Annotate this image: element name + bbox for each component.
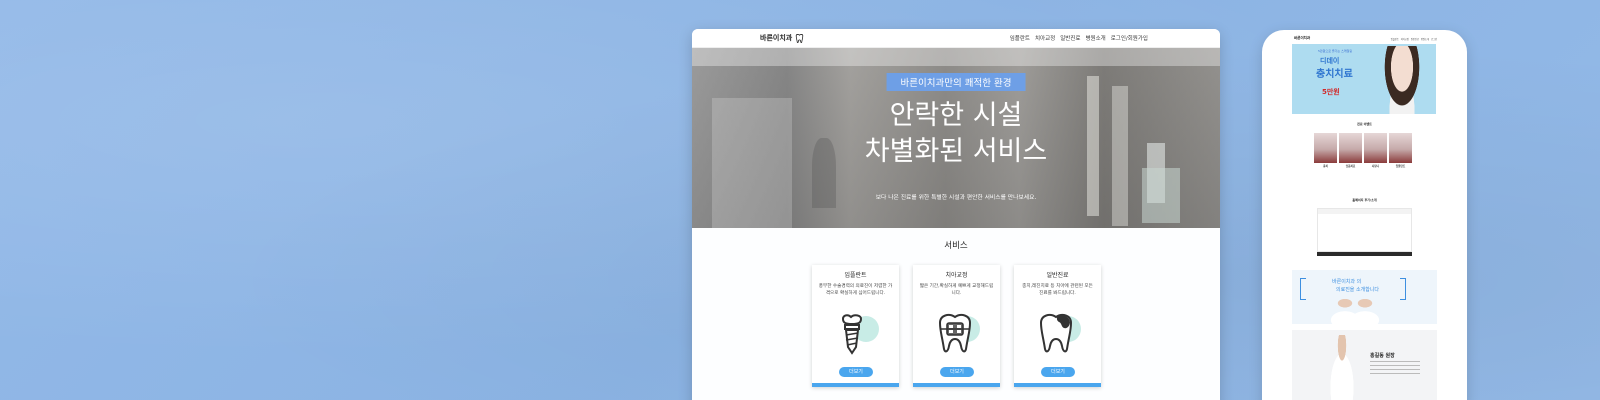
treatment-image[interactable] (1364, 133, 1387, 163)
nav-item-login[interactable]: 로그인/회원가입 (1111, 34, 1148, 42)
nav-item-implant[interactable]: 임플란트 (1010, 34, 1030, 42)
service-name: 임플란트 (844, 272, 867, 279)
more-button[interactable]: 더보기 (839, 367, 873, 377)
mobile-review-list (1317, 208, 1412, 252)
mobile-doctor-profile: 홍길동 원장 (1292, 330, 1437, 400)
mobile-doctor-intro: 바른이치과 의 의료진을 소개합니다 (1292, 270, 1437, 324)
main-nav: 임플란트 치아교정 일반진료 병원소개 로그인/회원가입 (1010, 34, 1148, 42)
services-title: 서비스 (944, 241, 968, 251)
hero-ceiling (692, 48, 1220, 66)
more-button[interactable]: 더보기 (940, 367, 974, 377)
mobile-section-title: 진료 이벤트 (1357, 122, 1372, 126)
cavity-tooth-icon (1039, 314, 1081, 353)
profile-line (1370, 369, 1420, 370)
service-cards: 임플란트 풍부한 수술경력의 의료진이 저렴한 가격으로 확실하게 심어드립니다… (812, 265, 1101, 387)
doctors-image (1330, 298, 1380, 324)
treatment-image[interactable] (1389, 133, 1412, 163)
service-desc: 짧은 기간,확실하게 예쁘게 교정해드립니다. (919, 284, 994, 296)
tooth-logo-icon (796, 33, 804, 43)
profile-line (1370, 365, 1420, 366)
service-name: 일반진료 (1046, 272, 1069, 279)
treatment-image[interactable] (1314, 133, 1337, 163)
mobile-teeth-labels: 충치 잇몸치료 사랑니 임플란트 (1314, 165, 1412, 168)
profile-line (1370, 373, 1420, 374)
intro-line1: 바른이치과 의 (1332, 279, 1362, 285)
more-button[interactable]: 더보기 (1041, 367, 1075, 377)
hero-title: 안락한 시설 차별화된 서비스 (692, 98, 1220, 170)
services-section: 서비스 임플란트 풍부한 수술경력의 의료진이 저렴한 가격으로 확실하게 심어… (692, 228, 1220, 400)
hero-badge: 바른이치과만의 쾌적한 환경 (886, 73, 1026, 91)
mobile-promo-banner[interactable]: 5만원으로 즐기는 스케일링 디데이 충치치료 5만원 (1292, 44, 1436, 114)
hero-banner: 바른이치과만의 쾌적한 환경 안락한 시설 차별화된 서비스 보다 나은 진료를… (692, 48, 1220, 228)
service-card-implant: 임플란트 풍부한 수술경력의 의료진이 저렴한 가격으로 확실하게 심어드립니다… (812, 265, 899, 387)
doctor-name: 홍길동 원장 (1370, 353, 1395, 359)
treatment-label: 충치 (1323, 165, 1328, 168)
treatment-label: 잇몸치료 (1345, 165, 1356, 168)
site-header: 바른이치과 임플란트 치아교정 일반진료 병원소개 로그인/회원가입 (692, 29, 1220, 48)
profile-line (1370, 361, 1420, 362)
treatment-label: 임플란트 (1395, 165, 1406, 168)
bracket-decoration (1400, 278, 1406, 300)
site-logo[interactable]: 바른이치과 (760, 33, 805, 44)
doctor-photo (1324, 335, 1360, 400)
mobile-list-footer-bar (1317, 252, 1412, 256)
mobile-nav-item[interactable]: 임플란트 (1391, 37, 1399, 41)
intro-line2: 의료진을 소개합니다 (1336, 287, 1379, 293)
mobile-nav-item[interactable]: 치아교정 (1401, 37, 1409, 41)
promo-model-image (1380, 46, 1424, 114)
mobile-mockup: 바른이치과 임플란트 치아교정 일반진료 병원소개 로그인 5만원으로 즐기는 … (1262, 30, 1467, 400)
braces-tooth-icon (938, 314, 980, 353)
service-card-general: 일반진료 충치,레진치료 등 치아에 관련된 모든 진료를 봐드립니다. 더보기 (1014, 265, 1101, 387)
treatment-image[interactable] (1339, 133, 1362, 163)
promo-tagline: 5만원으로 즐기는 스케일링 (1318, 49, 1353, 53)
bracket-decoration (1300, 278, 1306, 300)
service-desc: 충치,레진치료 등 치아에 관련된 모든 진료를 봐드립니다. (1022, 284, 1093, 296)
hero-title-line1: 안락한 시설 (889, 100, 1023, 131)
hero-title-line2: 차별화된 서비스 (864, 136, 1048, 167)
treatment-label: 사랑니 (1371, 165, 1380, 168)
hero-subtitle: 보다 나은 진료를 위한 특별한 시설과 편안한 서비스를 만나보세요. (875, 195, 1037, 201)
mobile-nav-item[interactable]: 일반진료 (1411, 37, 1419, 41)
mobile-logo[interactable]: 바른이치과 (1294, 36, 1310, 41)
mobile-section-title: 홈페이지 후기/소개 (1352, 198, 1377, 202)
desktop-mockup: 바른이치과 임플란트 치아교정 일반진료 병원소개 로그인/회원가입 바른이치과… (692, 29, 1220, 400)
logo-text: 바른이치과 (760, 34, 793, 42)
nav-item-about[interactable]: 병원소개 (1085, 34, 1105, 42)
service-card-orthodontics: 치아교정 짧은 기간,확실하게 예쁘게 교정해드립니다. 더보기 (913, 265, 1000, 387)
mobile-header: 바른이치과 임플란트 치아교정 일반진료 병원소개 로그인 (1294, 36, 1437, 41)
nav-item-general[interactable]: 일반진료 (1060, 34, 1080, 42)
implant-icon (841, 314, 879, 355)
mobile-nav-item[interactable]: 병원소개 (1421, 37, 1429, 41)
mobile-nav-item[interactable]: 로그인 (1431, 37, 1437, 41)
promo-title-2: 충치치료 (1316, 69, 1353, 80)
mobile-nav: 임플란트 치아교정 일반진료 병원소개 로그인 (1391, 37, 1437, 41)
promo-price: 5만원 (1322, 88, 1340, 96)
service-name: 치아교정 (945, 272, 968, 279)
mobile-teeth-images (1314, 133, 1412, 163)
nav-item-orthodontics[interactable]: 치아교정 (1035, 34, 1055, 42)
list-item[interactable] (1318, 213, 1411, 214)
service-desc: 풍부한 수술경력의 의료진이 저렴한 가격으로 확실하게 심어드립니다. (818, 284, 893, 296)
